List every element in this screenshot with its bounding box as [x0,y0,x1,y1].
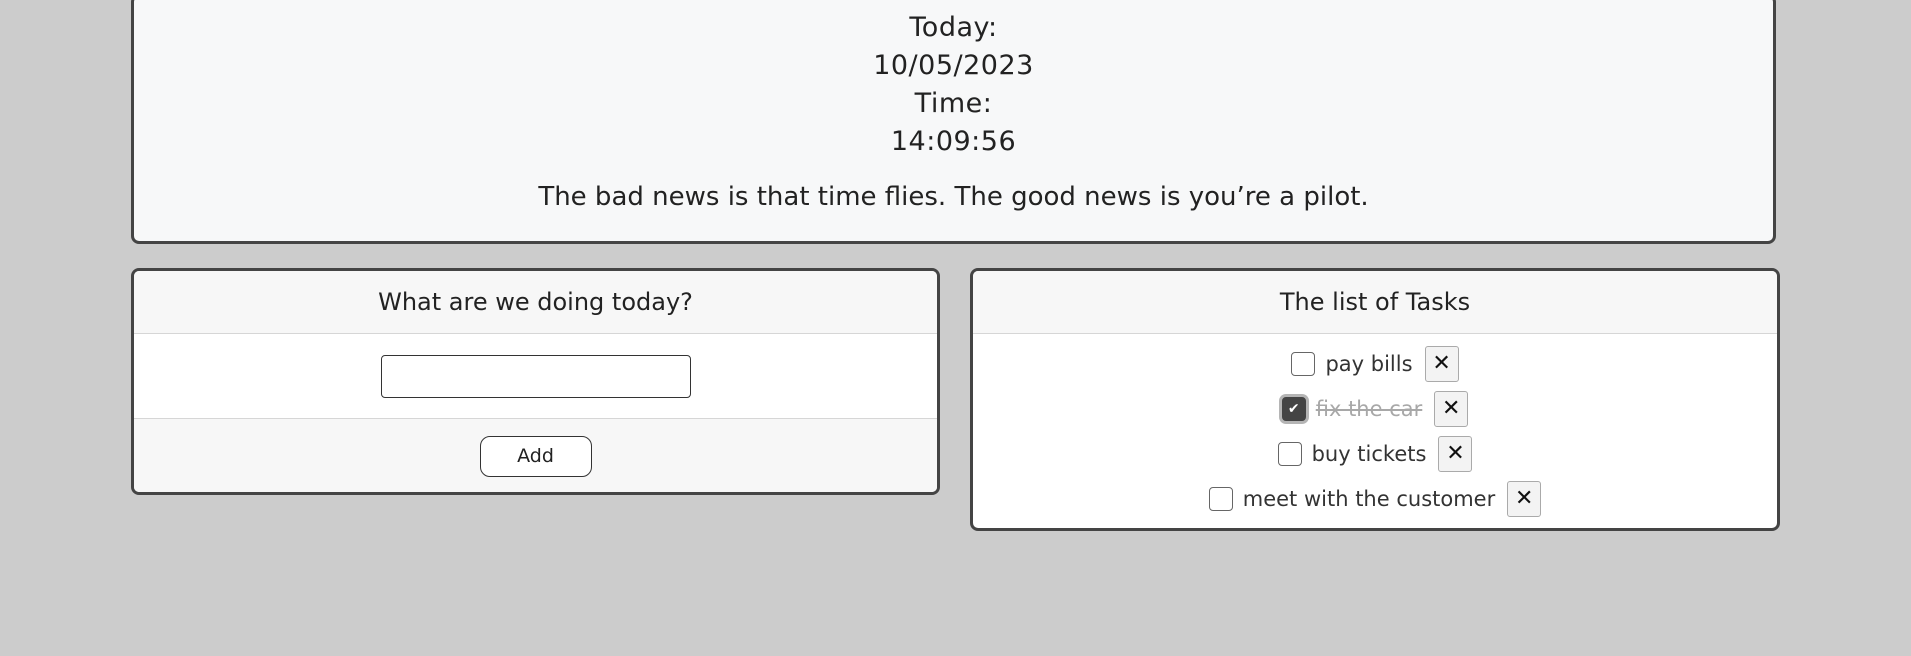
close-icon: ✕ [1432,350,1451,376]
task-label: meet with the customer [1242,486,1496,511]
task-label: pay bills [1325,351,1413,376]
task-list: pay bills ✕ ✔ fix the car ✕ buy tickets … [973,334,1777,521]
task-checkbox[interactable] [1291,351,1316,376]
new-task-card: What are we doing today? Add [131,268,940,495]
task-item: ✔ fix the car ✕ [973,386,1777,431]
task-list-card: The list of Tasks pay bills ✕ ✔ fix the … [970,268,1780,531]
task-item: buy tickets ✕ [973,431,1777,476]
task-checkbox[interactable] [1208,486,1233,511]
close-icon: ✕ [1442,395,1461,421]
close-icon: ✕ [1446,440,1465,466]
time-label: Time: [914,88,993,119]
close-icon: ✕ [1515,485,1534,511]
task-item: pay bills ✕ [973,341,1777,386]
task-list-heading: The list of Tasks [973,271,1777,334]
task-checkbox[interactable] [1277,441,1302,466]
task-item: meet with the customer ✕ [973,476,1777,521]
date-value: 10/05/2023 [873,50,1034,81]
quote-text: The bad news is that time flies. The goo… [538,182,1369,212]
time-value: 14:09:56 [890,126,1017,157]
task-label: buy tickets [1311,441,1427,466]
clock-card: Today: 10/05/2023 Time: 14:09:56 The bad… [131,0,1776,244]
clock-display: Today: 10/05/2023 Time: 14:09:56 [134,0,1773,161]
add-task-button[interactable]: Add [479,435,592,477]
new-task-input[interactable] [380,354,691,398]
remove-task-button[interactable]: ✕ [1434,390,1469,427]
new-task-body [134,334,937,418]
new-task-heading: What are we doing today? [134,271,937,334]
remove-task-button[interactable]: ✕ [1507,480,1542,517]
date-label: Today: [909,12,998,43]
check-icon: ✔ [1287,400,1300,417]
remove-task-button[interactable]: ✕ [1438,435,1473,472]
task-label: fix the car [1315,396,1423,421]
remove-task-button[interactable]: ✕ [1424,345,1459,382]
task-checkbox[interactable]: ✔ [1281,396,1306,421]
new-task-footer: Add [134,418,937,492]
